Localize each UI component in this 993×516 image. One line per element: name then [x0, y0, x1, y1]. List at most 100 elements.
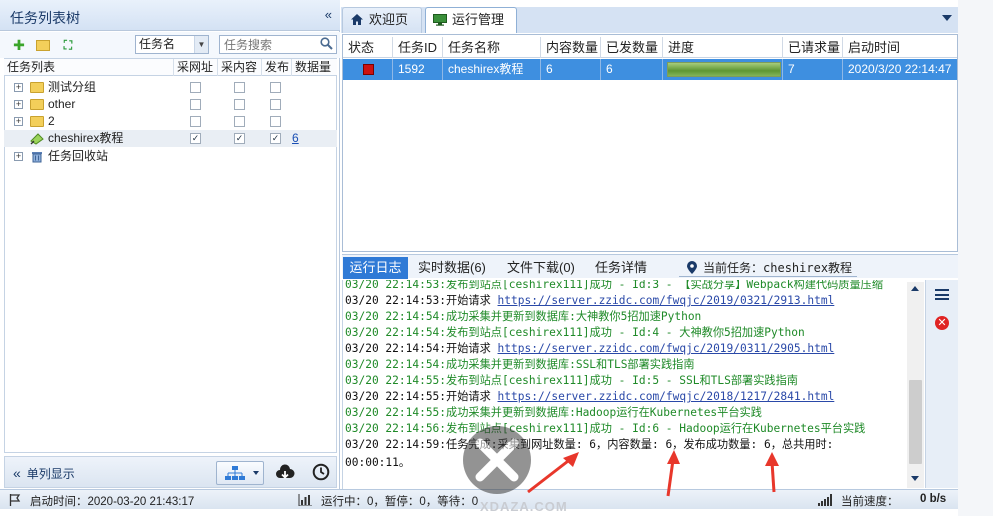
log-line: 03/20 22:14:54:成功采集并更新到数据库:SSL和TLS部署实践指南: [345, 357, 695, 373]
grid-col-progress[interactable]: 进度: [663, 37, 783, 58]
main-tab-bar: 欢迎页 运行管理: [341, 7, 958, 33]
search-icon[interactable]: [320, 37, 333, 50]
tree-node-task[interactable]: cheshirex教程 ✓ ✓ ✓ 6: [4, 130, 337, 147]
tree-node-recycle-bin[interactable]: + 任务回收站: [4, 148, 337, 165]
log-url-link[interactable]: https://server.zzidc.com/fwqjc/2019/0311…: [498, 342, 835, 355]
data-count-link[interactable]: 6: [292, 130, 299, 147]
log-line: 03/20 22:14:54:发布到站点[ceshirex111]成功 - Id…: [345, 325, 805, 341]
tree-node-label: cheshirex教程: [48, 131, 124, 145]
trash-icon: [32, 152, 42, 163]
task-name-cell: cheshirex教程: [443, 59, 541, 80]
column-collect-url[interactable]: 采网址: [174, 59, 218, 76]
log-text: 03/20 22:14:53:开始请求: [345, 294, 498, 307]
tree-node-label: 2: [48, 114, 55, 128]
signal-icon: [818, 494, 832, 506]
task-icon: [30, 133, 44, 145]
add-task-icon[interactable]: ✚: [11, 37, 27, 53]
column-collect-content[interactable]: 采内容: [218, 59, 262, 76]
content-count-cell: 6: [541, 59, 601, 80]
log-scrollbar-thumb[interactable]: [909, 380, 922, 464]
scroll-up-icon[interactable]: [911, 286, 919, 291]
single-column-toggle[interactable]: « 单列显示: [13, 465, 75, 482]
grid-col-name[interactable]: 任务名称: [443, 37, 541, 58]
collect-content-checkbox[interactable]: [234, 116, 245, 127]
publish-checkbox[interactable]: [270, 99, 281, 110]
log-text: 03/20 22:14:56:发布到站点[ceshirex111]成功 - Id…: [345, 422, 866, 435]
column-task-list[interactable]: 任务列表: [4, 59, 174, 76]
log-url-link[interactable]: https://server.zzidc.com/fwqjc/2018/1217…: [498, 390, 835, 403]
log-tab-bar: 运行日志 实时数据(6) 文件下载(0) 任务详情 当前任务：cheshirex…: [342, 254, 958, 279]
log-scrollbar[interactable]: [907, 282, 924, 488]
expand-icon[interactable]: +: [14, 100, 23, 109]
log-url-link[interactable]: https://server.zzidc.com/fwqjc/2019/0321…: [498, 294, 835, 307]
search-field-value: 任务名: [139, 37, 176, 51]
tab-welcome-label: 欢迎页: [369, 12, 409, 27]
collapse-panel-button[interactable]: «: [325, 7, 332, 22]
add-folder-icon[interactable]: [36, 37, 52, 53]
home-icon: [351, 14, 363, 25]
grid-col-requested[interactable]: 已请求量: [783, 37, 843, 58]
flag-icon: [9, 494, 21, 506]
column-publish[interactable]: 发布: [262, 59, 292, 76]
tab-task-details[interactable]: 任务详情: [595, 257, 647, 279]
tab-list-dropdown-icon[interactable]: [942, 15, 952, 21]
tree-node-folder[interactable]: + other: [4, 96, 337, 113]
single-column-label: 单列显示: [26, 467, 75, 481]
task-id-cell: 1592: [393, 59, 443, 80]
expand-icon[interactable]: +: [14, 83, 23, 92]
window-edge: [958, 0, 993, 516]
scroll-down-icon[interactable]: [911, 476, 919, 481]
double-chevron-left-icon: «: [13, 465, 21, 481]
expand-icon[interactable]: +: [14, 152, 23, 161]
clear-log-icon[interactable]: ✕: [935, 316, 949, 330]
folder-icon: [30, 99, 44, 110]
task-tree-column-header: 任务列表 采网址 采内容 发布 数据量: [4, 58, 337, 76]
log-line: 03/20 22:14:53:发布到站点[ceshirex111]成功 - Id…: [345, 280, 883, 293]
tab-realtime-data[interactable]: 实时数据(6): [418, 257, 486, 279]
expand-icon[interactable]: +: [14, 117, 23, 126]
grid-col-status[interactable]: 状态: [343, 37, 393, 58]
status-bar: 启动时间：2020-03-20 21:43:17 运行中：0，暂停：0，等待：0…: [0, 489, 958, 509]
collect-content-checkbox[interactable]: [234, 82, 245, 93]
tree-node-label: other: [48, 97, 76, 111]
publish-checkbox[interactable]: [270, 82, 281, 93]
search-field-select[interactable]: 任务名 ▼: [135, 35, 209, 54]
cloud-download-icon[interactable]: [275, 463, 295, 483]
log-line: 00:00:11。: [345, 455, 410, 471]
table-row[interactable]: 1592 cheshirex教程 6 6 7 2020/3/20 22:14:4…: [343, 59, 957, 80]
collect-url-checkbox[interactable]: [190, 116, 201, 127]
expand-all-icon[interactable]: ⛶: [60, 37, 76, 53]
collect-url-checkbox[interactable]: [190, 82, 201, 93]
speed-value: 0 b/s: [920, 493, 947, 505]
tree-node-label: 任务回收站: [48, 149, 109, 163]
tree-node-folder[interactable]: + 测试分组: [4, 79, 337, 96]
grid-col-published[interactable]: 已发数量: [601, 37, 663, 58]
collect-url-checkbox[interactable]: [190, 99, 201, 110]
column-data-count[interactable]: 数据量: [292, 59, 337, 76]
log-line: 03/20 22:14:59:任务完成:采集到网址数量: 6，内容数量: 6，发…: [345, 437, 833, 453]
progress-bar-fill: [668, 63, 780, 76]
tab-run-log[interactable]: 运行日志: [343, 257, 408, 279]
folder-icon: [30, 116, 44, 127]
tab-welcome[interactable]: 欢迎页: [342, 7, 422, 33]
grid-col-start-time[interactable]: 启动时间: [843, 37, 957, 58]
publish-checkbox[interactable]: [270, 116, 281, 127]
collect-url-checkbox[interactable]: ✓: [190, 133, 201, 144]
collect-content-checkbox[interactable]: ✓: [234, 133, 245, 144]
clock-icon[interactable]: [312, 463, 330, 481]
network-menu-button[interactable]: [216, 461, 264, 485]
tree-node-folder[interactable]: + 2: [4, 113, 337, 130]
stop-status-icon: [363, 64, 374, 75]
menu-icon[interactable]: [935, 289, 949, 300]
publish-checkbox[interactable]: ✓: [270, 133, 281, 144]
grid-col-content-count[interactable]: 内容数量: [541, 37, 601, 58]
log-line: 03/20 22:14:54:开始请求 https://server.zzidc…: [345, 341, 834, 357]
grid-col-id[interactable]: 任务ID: [393, 37, 443, 58]
log-line: 03/20 22:14:53:开始请求 https://server.zzidc…: [345, 293, 834, 309]
published-count-cell: 6: [601, 59, 663, 80]
collect-content-checkbox[interactable]: [234, 99, 245, 110]
tab-file-downloads[interactable]: 文件下载(0): [507, 257, 575, 279]
status-cell: [343, 59, 393, 80]
tab-run-management[interactable]: 运行管理: [425, 7, 517, 33]
log-text: 03/20 22:14:54:成功采集并更新到数据库:大神教你5招加速Pytho…: [345, 310, 702, 323]
